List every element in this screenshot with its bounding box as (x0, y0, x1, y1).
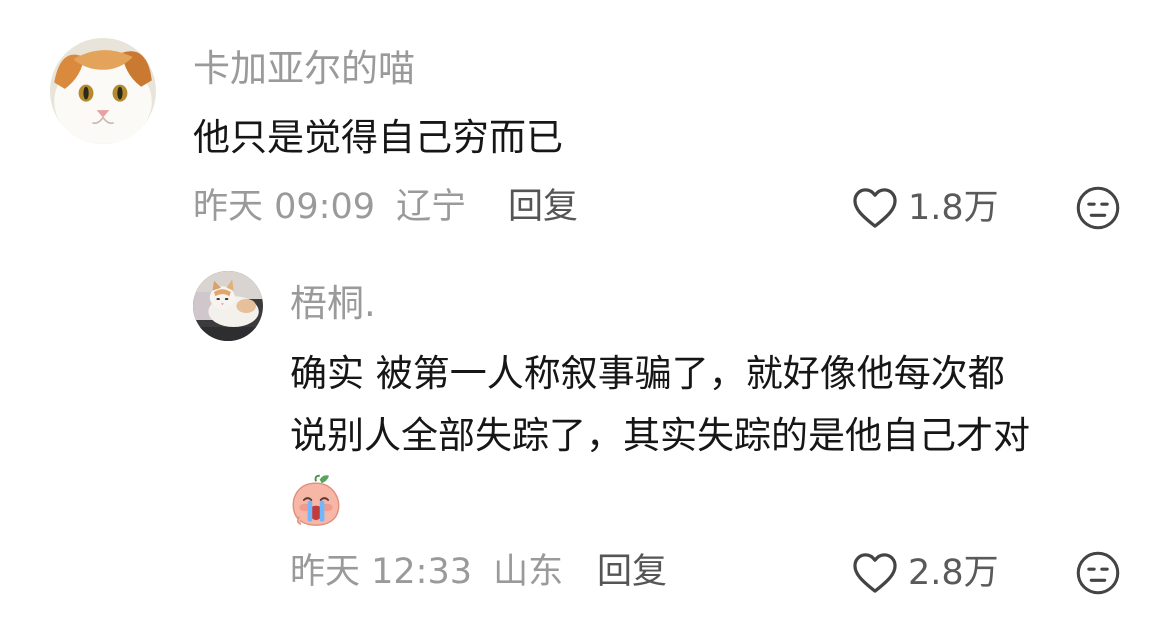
comment-meta: 昨天 09:09 辽宁 (193, 185, 466, 229)
avatar[interactable] (193, 271, 263, 341)
neutral-face-icon (1076, 551, 1120, 595)
username[interactable]: 梧桐. (290, 282, 376, 326)
comment-time: 昨天 12:33 (290, 552, 472, 592)
heart-outline-icon (853, 553, 897, 593)
reply-button[interactable]: 回复 (508, 185, 578, 229)
dislike-button[interactable] (1075, 550, 1121, 596)
heart-outline-icon (853, 188, 897, 228)
comment-text: 确实 被第一人称叙事骗了，就好像他每次都 说别人全部失踪了，其实失踪的是他自己才… (290, 346, 1030, 464)
comment-time: 昨天 09:09 (193, 187, 375, 227)
like-count: 1.8万 (908, 188, 999, 228)
dislike-button[interactable] (1075, 185, 1121, 231)
crying-peach-emoji (288, 472, 344, 528)
comment-text: 他只是觉得自己穷而已 (193, 110, 563, 166)
comment-location: 山东 (493, 552, 564, 592)
cat-avatar-image (50, 38, 156, 144)
like-button[interactable]: 1.8万 (852, 186, 999, 230)
reply-button[interactable]: 回复 (597, 550, 667, 594)
comment-location: 辽宁 (396, 187, 467, 227)
comment-text-line: 确实 被第一人称叙事骗了，就好像他每次都 (290, 352, 1005, 395)
username[interactable]: 卡加亚尔的喵 (193, 47, 415, 91)
comment-text-line: 他只是觉得自己穷而已 (193, 116, 563, 159)
comment-text-line: 说别人全部失踪了，其实失踪的是他自己才对 (290, 414, 1030, 457)
cat-avatar-image (193, 271, 263, 341)
neutral-face-icon (1076, 186, 1120, 230)
avatar[interactable] (50, 38, 156, 144)
like-count: 2.8万 (908, 553, 999, 593)
like-button[interactable]: 2.8万 (852, 551, 999, 595)
comment-meta: 昨天 12:33 山东 (290, 550, 563, 594)
